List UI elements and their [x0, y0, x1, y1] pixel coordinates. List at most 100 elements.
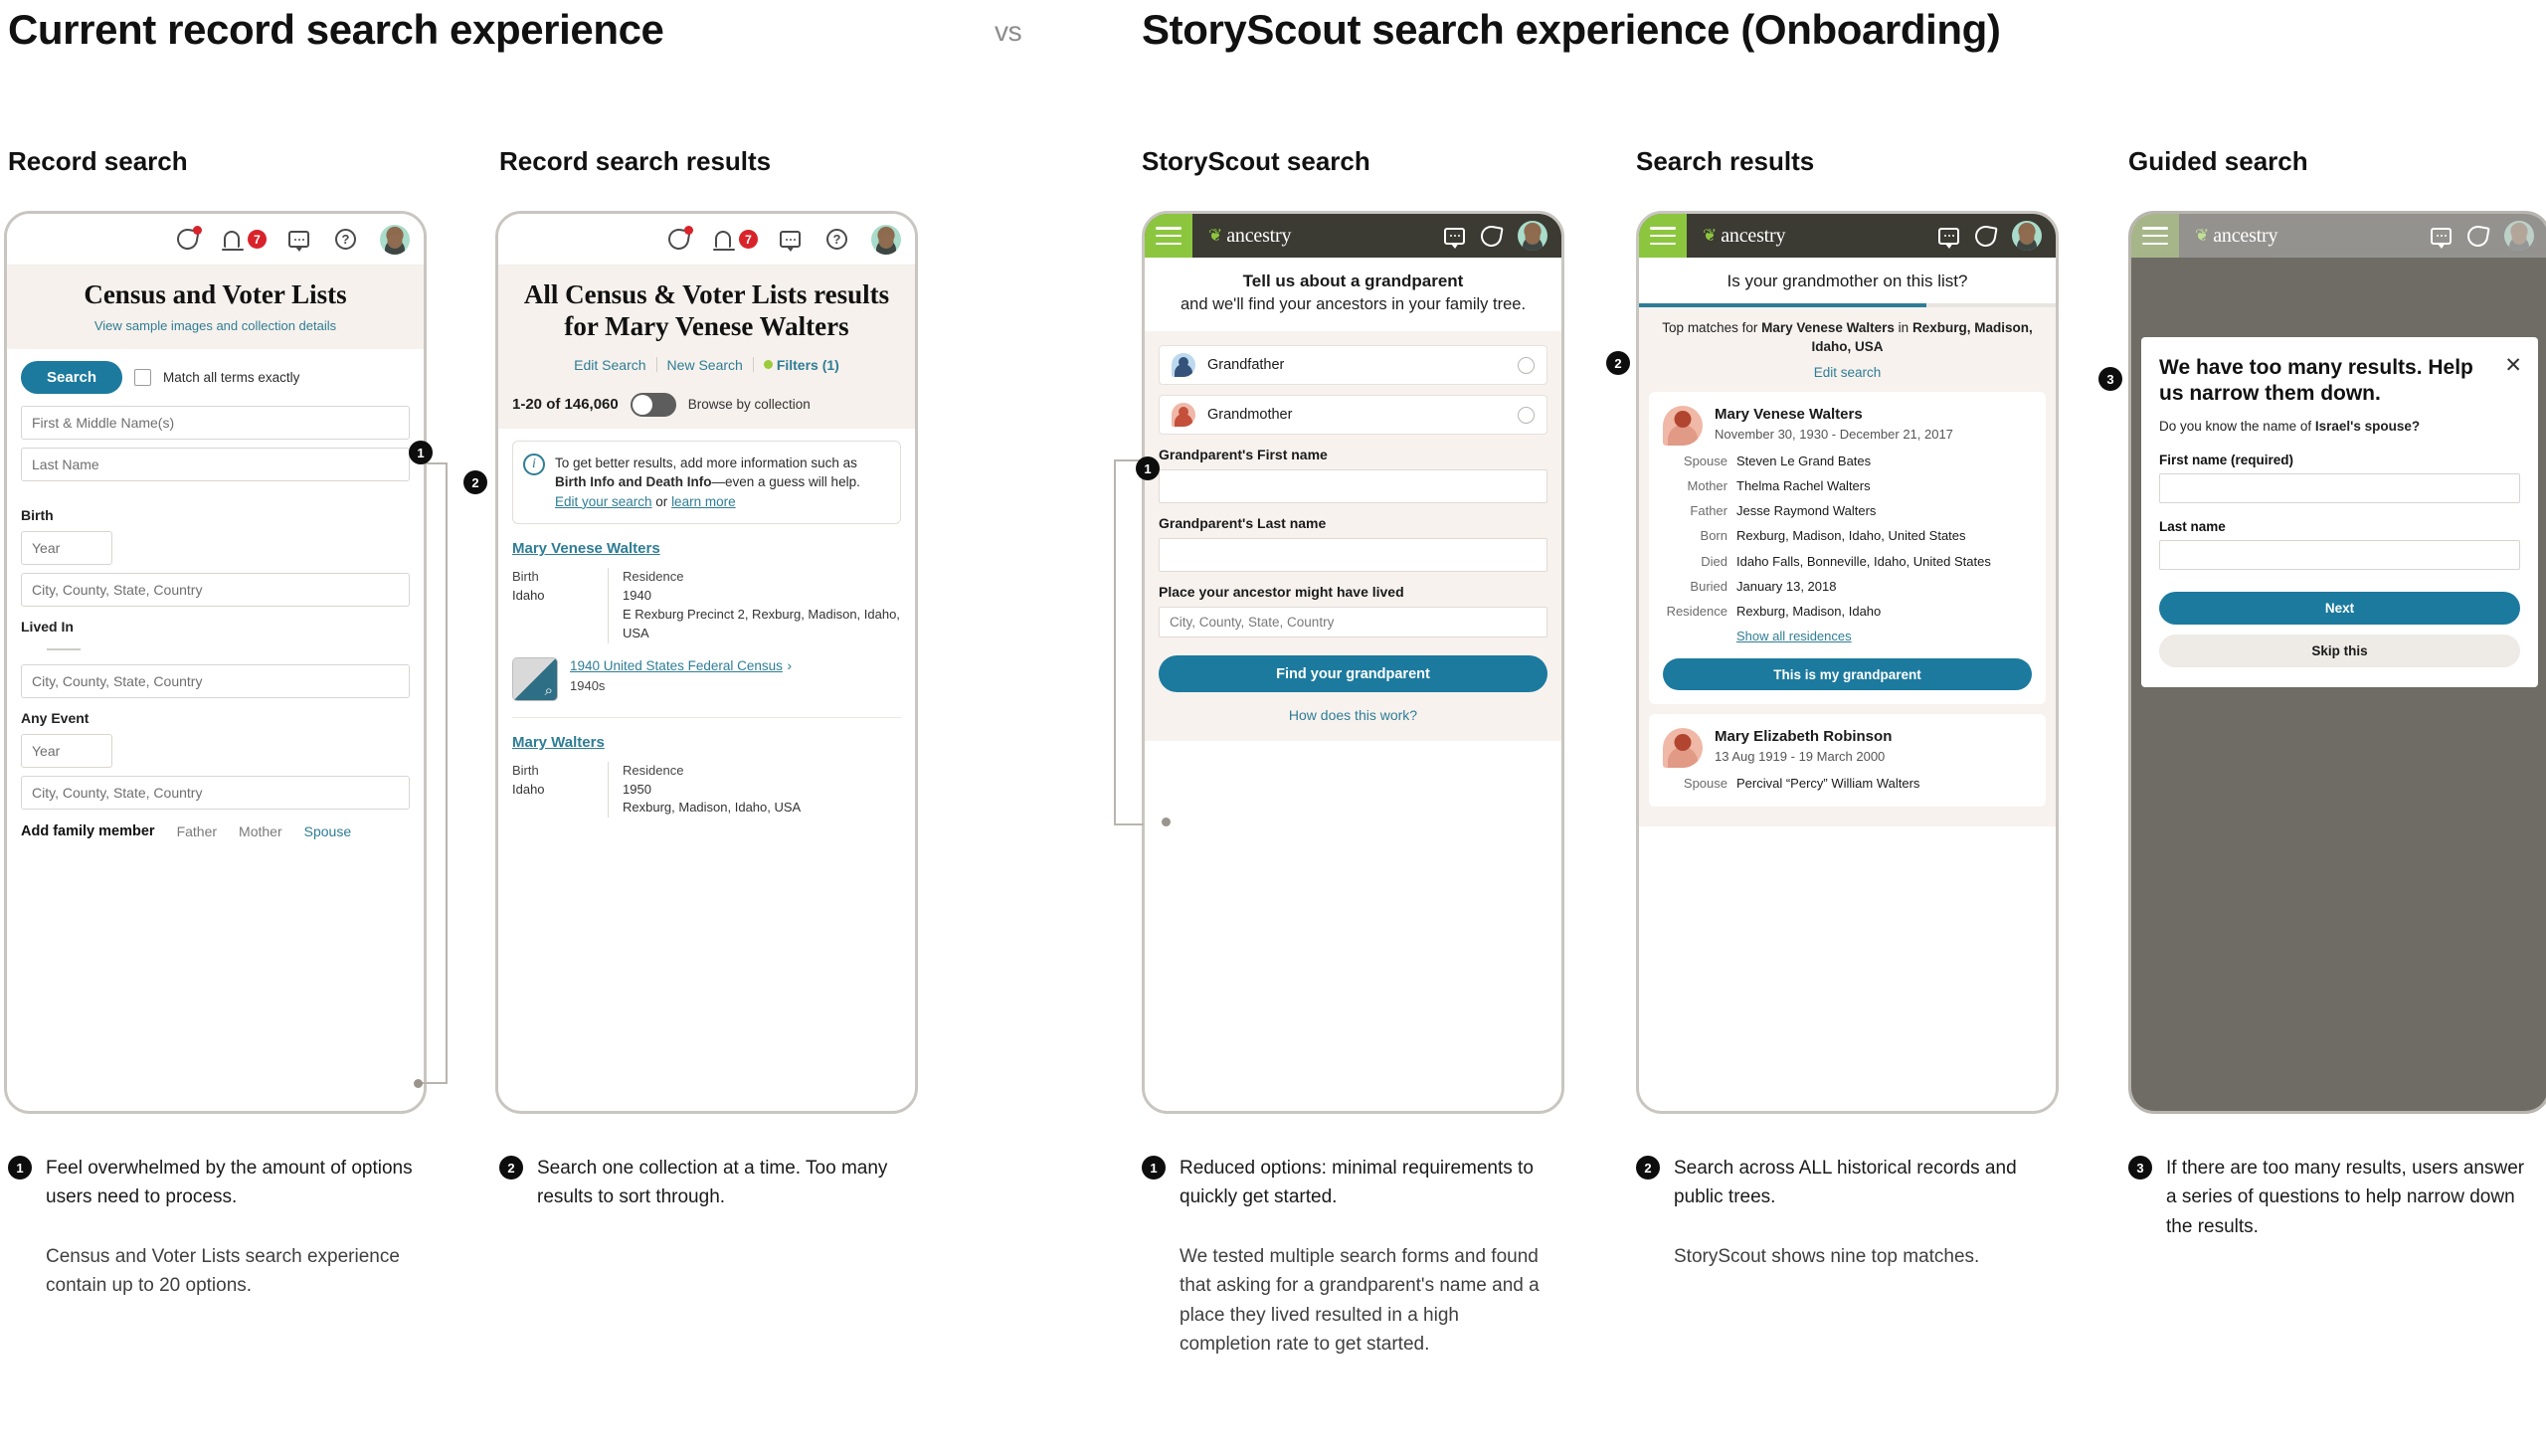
- any-event-year-input[interactable]: Year: [21, 734, 112, 769]
- menu-button[interactable]: [1145, 214, 1192, 258]
- subtitle-name: Mary Venese Walters: [1761, 320, 1895, 335]
- edit-your-search-link[interactable]: Edit your search: [555, 494, 652, 509]
- last-name-input[interactable]: Last Name: [21, 448, 410, 482]
- edit-search-link[interactable]: Edit Search: [574, 357, 645, 373]
- person-dates: 13 Aug 1919 - 19 March 2000: [1715, 749, 1886, 765]
- messages-icon[interactable]: [2431, 227, 2452, 249]
- new-hint-dot: [193, 226, 202, 235]
- birth-year-input[interactable]: Year: [21, 531, 112, 566]
- messages-icon[interactable]: [780, 231, 801, 252]
- caption-note: Census and Voter Lists search experience…: [46, 1245, 400, 1297]
- new-search-link[interactable]: New Search: [667, 357, 743, 373]
- browse-by-collection-toggle[interactable]: [630, 392, 676, 417]
- family-option-father[interactable]: Father: [177, 823, 217, 839]
- show-all-residences-link[interactable]: Show all residences: [1736, 628, 2032, 645]
- menu-icon[interactable]: [21, 231, 47, 249]
- caption-1: 1 Feel overwhelmed by the amount of opti…: [8, 1154, 426, 1301]
- tip-banner: i To get better results, add more inform…: [512, 440, 901, 525]
- last-name-input[interactable]: [1159, 538, 1547, 573]
- caption-number: 3: [2128, 1156, 2152, 1180]
- close-icon[interactable]: ✕: [2504, 355, 2522, 376]
- first-name-input[interactable]: [1159, 469, 1547, 504]
- person-fact: Residence Rexburg, Madison, Idaho: [1663, 603, 2032, 621]
- first-name-label: First name (required): [2159, 453, 2294, 468]
- first-name-input[interactable]: First & Middle Name(s): [21, 406, 410, 441]
- notifications-icon[interactable]: [713, 231, 735, 251]
- edit-search-link[interactable]: Edit search: [1639, 364, 2056, 392]
- modal-title: We have too many results. Help us narrow…: [2159, 356, 2473, 405]
- page-title-left: Current record search experience: [8, 6, 664, 53]
- messages-icon[interactable]: [1444, 227, 1465, 249]
- brand-logo: ❦ ancestry: [1208, 225, 1291, 248]
- filter-active-dot: [763, 360, 773, 370]
- add-family-member-row: Add family member Father Mother Spouse: [21, 823, 410, 845]
- help-icon[interactable]: ?: [335, 229, 356, 250]
- first-name-input[interactable]: [2159, 473, 2520, 504]
- match-all-checkbox[interactable]: [134, 369, 152, 387]
- place-input[interactable]: City, County, State, Country: [1159, 607, 1547, 638]
- claim-grandparent-button[interactable]: This is my grandparent: [1663, 658, 2032, 691]
- leaf-hint-icon[interactable]: [2465, 223, 2490, 249]
- family-option-mother[interactable]: Mother: [239, 823, 282, 839]
- birth-place-input[interactable]: City, County, State, Country: [21, 573, 410, 608]
- option-grandfather[interactable]: Grandfather: [1159, 345, 1547, 386]
- leaf-hint-icon[interactable]: [1973, 223, 1998, 249]
- result-name-link[interactable]: Mary Walters: [512, 734, 605, 751]
- modal-overlay[interactable]: ✕ We have too many results. Help us narr…: [2131, 258, 2546, 1111]
- result-residence-label: Residence: [623, 762, 684, 778]
- menu-button[interactable]: [1639, 214, 1687, 258]
- find-grandparent-button[interactable]: Find your grandparent: [1159, 655, 1547, 693]
- avatar[interactable]: [871, 224, 901, 255]
- result-name-link[interactable]: Mary Venese Walters: [512, 540, 660, 557]
- fact-value: Percival “Percy” William Walters: [1736, 776, 1920, 792]
- avatar[interactable]: [1518, 221, 1547, 251]
- add-family-member-label: Add family member: [21, 823, 155, 840]
- notifications-icon[interactable]: [222, 231, 244, 251]
- learn-more-link[interactable]: learn more: [671, 494, 736, 509]
- fact-key: Buried: [1690, 578, 1728, 594]
- page-heading: Census and Voter Lists: [84, 279, 347, 309]
- leaf-hint-icon[interactable]: [1479, 223, 1504, 249]
- radio-grandmother[interactable]: [1518, 406, 1535, 424]
- next-button[interactable]: Next: [2159, 592, 2520, 626]
- avatar[interactable]: [380, 224, 410, 255]
- messages-icon[interactable]: [1938, 227, 1959, 249]
- skip-this-button[interactable]: Skip this: [2159, 635, 2520, 668]
- person-fact: Died Idaho Falls, Bonneville, Idaho, Unit…: [1663, 553, 2032, 571]
- option-grandmother[interactable]: Grandmother: [1159, 395, 1547, 436]
- person-dates: November 30, 1930 - December 21, 2017: [1715, 426, 1953, 442]
- menu-icon[interactable]: [512, 231, 538, 249]
- menu-button[interactable]: [2131, 214, 2179, 258]
- result-row: Mary Venese Walters Birth Idaho Residenc…: [512, 524, 901, 718]
- avatar[interactable]: [2012, 221, 2042, 251]
- family-option-spouse[interactable]: Spouse: [304, 823, 351, 839]
- how-does-this-work-link[interactable]: How does this work?: [1159, 707, 1547, 723]
- help-icon[interactable]: ?: [826, 229, 847, 250]
- search-button[interactable]: Search: [21, 361, 123, 395]
- last-name-input[interactable]: [2159, 540, 2520, 571]
- menu-icon: [1156, 227, 1182, 245]
- filters-link[interactable]: Filters (1): [763, 357, 839, 373]
- sample-images-link[interactable]: View sample images and collection detail…: [23, 318, 408, 333]
- document-thumbnail-icon[interactable]: [512, 656, 558, 701]
- leaf-hint-icon[interactable]: [175, 226, 202, 252]
- caption-text: Reduced options: minimal requirements to…: [1180, 1158, 1534, 1208]
- lived-in-section-label: Lived In: [21, 619, 74, 636]
- menu-icon: [2142, 227, 2168, 245]
- caption-text: Search one collection at a time. Too man…: [537, 1158, 888, 1208]
- result-source-row[interactable]: 1940 United States Federal Census › 1940…: [512, 656, 901, 701]
- messages-icon[interactable]: [288, 231, 309, 252]
- grandmother-avatar-icon: [1172, 403, 1195, 428]
- any-event-place-input[interactable]: City, County, State, Country: [21, 776, 410, 811]
- question-subject: Israel's spouse?: [2314, 419, 2421, 435]
- tip-mid: or: [651, 493, 672, 509]
- leaf-hint-icon[interactable]: [666, 226, 693, 252]
- avatar[interactable]: [2504, 221, 2534, 251]
- person-card[interactable]: Mary Venese Walters November 30, 1930 - …: [1649, 391, 2046, 705]
- person-card[interactable]: Mary Elizabeth Robinson 13 Aug 1919 - 19…: [1649, 714, 2046, 808]
- source-collection-link[interactable]: 1940 United States Federal Census: [570, 658, 783, 673]
- lived-in-place-input[interactable]: City, County, State, Country: [21, 664, 410, 699]
- radio-grandfather[interactable]: [1518, 356, 1535, 374]
- first-name-label: Grandparent's First name: [1159, 447, 1328, 463]
- source-decade: 1940s: [570, 677, 606, 693]
